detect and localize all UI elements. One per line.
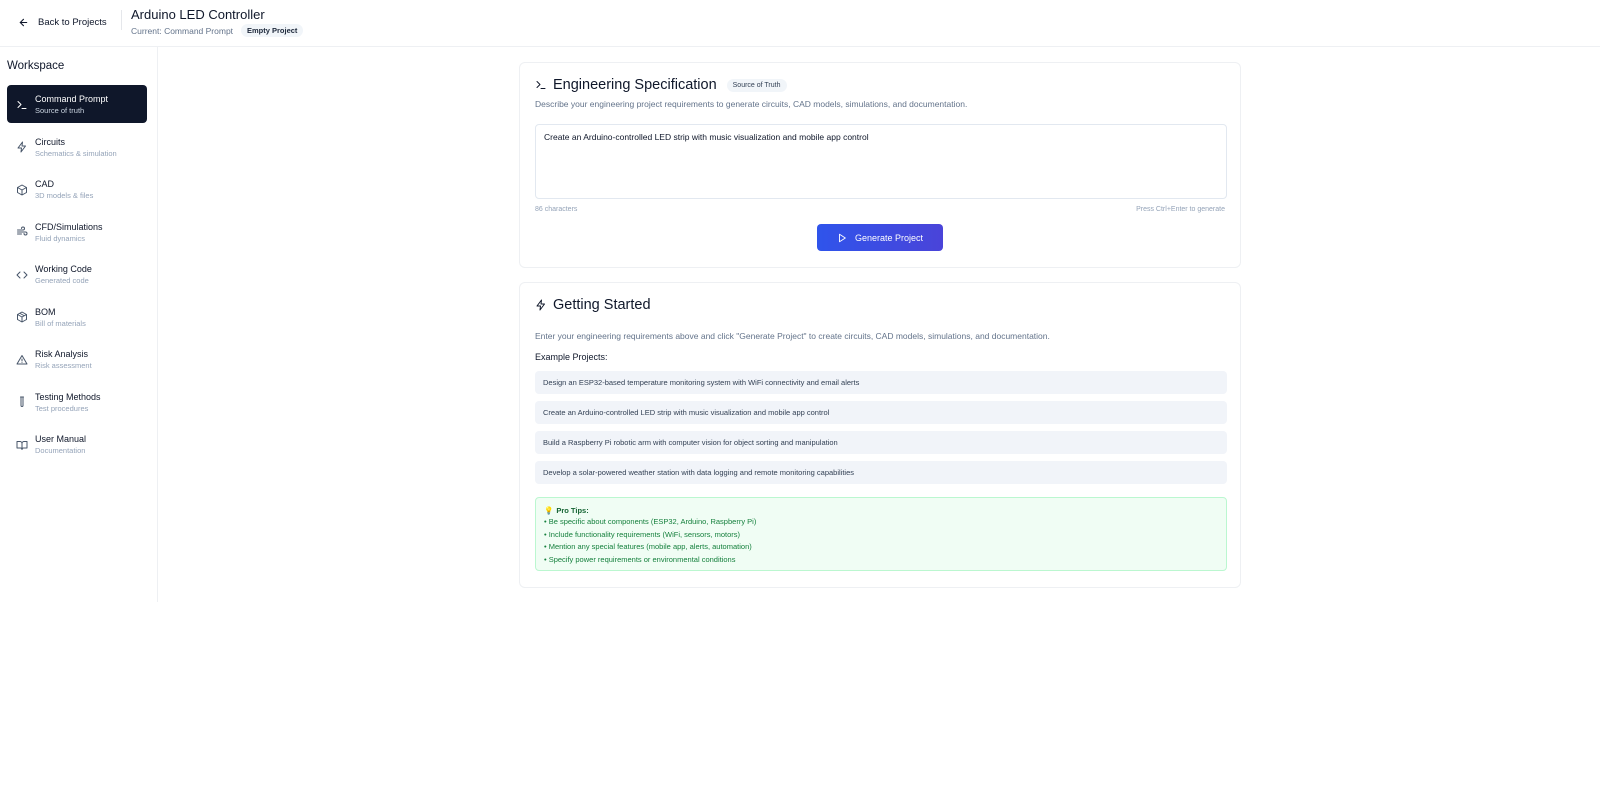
- top-bar: Back to Projects Arduino LED Controller …: [0, 0, 1600, 47]
- getting-started-description: Enter your engineering requirements abov…: [535, 331, 1050, 341]
- sidebar-item-label: Circuits: [35, 136, 66, 147]
- warning-icon: [15, 353, 28, 366]
- keyboard-hint: Press Ctrl+Enter to generate: [1136, 206, 1225, 213]
- lightbulb-icon: 💡: [544, 506, 554, 515]
- project-title: Arduino LED Controller: [131, 7, 265, 22]
- spec-title: Engineering Specification: [553, 77, 717, 93]
- generate-label: Generate Project: [854, 232, 924, 243]
- source-of-truth-badge: Source of Truth: [726, 78, 787, 92]
- sidebar: Workspace Command Prompt Source of truth…: [0, 47, 158, 602]
- sidebar-item-label: Testing Methods: [35, 391, 101, 402]
- sidebar-item-sublabel: Schematics & simulation: [35, 148, 117, 158]
- sidebar-item-sublabel: Risk assessment: [35, 361, 92, 370]
- back-label: Back to Projects: [38, 16, 107, 28]
- terminal-icon: [15, 98, 28, 111]
- sidebar-item-sublabel: Documentation: [35, 446, 86, 455]
- sidebar-item-working-code[interactable]: Working Code Generated code: [7, 255, 147, 293]
- example-project-item[interactable]: Design an ESP32-based temperature monito…: [535, 371, 1227, 394]
- specification-card: Engineering Specification Source of Trut…: [519, 62, 1241, 268]
- arrow-left-icon: [19, 18, 28, 26]
- pro-tip-item: • Specify power requirements or environm…: [544, 555, 736, 565]
- sidebar-item-label: Working Code: [35, 264, 92, 274]
- code-icon: [15, 268, 28, 281]
- pro-tips-box: 💡 Pro Tips: • Be specific about componen…: [535, 497, 1227, 571]
- status-badge: Empty Project: [241, 24, 304, 37]
- getting-started-heading: Getting Started: [535, 297, 651, 313]
- book-icon: [15, 438, 28, 451]
- spec-input[interactable]: Create an Arduino-controlled LED strip w…: [535, 124, 1227, 199]
- sidebar-item-circuits[interactable]: Circuits Schematics & simulation: [7, 128, 147, 166]
- sidebar-item-cfd-simulations[interactable]: CFD/Simulations Fluid dynamics: [7, 213, 147, 251]
- sidebar-item-sublabel: Bill of materials: [35, 318, 86, 328]
- test-tube-icon: [15, 396, 28, 409]
- sidebar-item-label: BOM: [35, 306, 56, 317]
- spec-heading: Engineering Specification Source of Trut…: [535, 77, 787, 93]
- sidebar-item-cad[interactable]: CAD 3D models & files: [7, 170, 147, 208]
- sidebar-item-sublabel: Fluid dynamics: [35, 233, 86, 243]
- pro-tips-title: Pro Tips:: [556, 506, 589, 515]
- workspace-title: Workspace: [7, 60, 65, 72]
- current-view-label: Current: Command Prompt: [131, 26, 234, 36]
- package-icon: [15, 311, 28, 324]
- sidebar-item-label: User Manual: [35, 434, 87, 444]
- sidebar-item-command-prompt[interactable]: Command Prompt Source of truth: [7, 85, 147, 123]
- sidebar-item-sublabel: 3D models & files: [35, 191, 94, 200]
- sidebar-item-sublabel: Generated code: [35, 276, 89, 285]
- character-count: 86 characters: [535, 206, 578, 213]
- sidebar-item-sublabel: Source of truth: [35, 106, 85, 115]
- sidebar-item-label: Command Prompt: [35, 94, 109, 104]
- sidebar-item-label: Risk Analysis: [35, 349, 89, 359]
- zap-icon: [536, 299, 545, 311]
- sidebar-item-label: CFD/Simulations: [35, 221, 103, 232]
- pro-tip-item: • Mention any special features (mobile a…: [544, 542, 752, 552]
- wind-icon: [15, 226, 28, 239]
- getting-started-title: Getting Started: [553, 297, 651, 313]
- zap-icon: [15, 141, 28, 154]
- back-to-projects-button[interactable]: Back to Projects: [18, 13, 107, 31]
- example-project-item[interactable]: Build a Raspberry Pi robotic arm with co…: [535, 431, 1227, 454]
- sidebar-item-bom[interactable]: BOM Bill of materials: [7, 298, 147, 336]
- example-project-item[interactable]: Develop a solar-powered weather station …: [535, 461, 1227, 484]
- generate-project-button[interactable]: Generate Project: [817, 224, 943, 251]
- pro-tips-heading: 💡 Pro Tips:: [544, 505, 1218, 516]
- example-projects-title: Example Projects:: [535, 352, 608, 362]
- pro-tip-item: • Be specific about components (ESP32, A…: [544, 517, 757, 526]
- sidebar-item-testing-methods[interactable]: Testing Methods Test procedures: [7, 383, 147, 421]
- pro-tip-item: • Include functionality requirements (Wi…: [544, 529, 741, 539]
- sidebar-item-risk-analysis[interactable]: Risk Analysis Risk assessment: [7, 340, 147, 378]
- sidebar-item-sublabel: Test procedures: [35, 403, 89, 413]
- getting-started-card: Getting Started Enter your engineering r…: [519, 282, 1241, 588]
- sidebar-item-user-manual[interactable]: User Manual Documentation: [7, 425, 147, 463]
- header-divider: [121, 10, 122, 30]
- example-project-item[interactable]: Create an Arduino-controlled LED strip w…: [535, 401, 1227, 424]
- box-icon: [15, 183, 28, 196]
- spec-description: Describe your engineering project requir…: [535, 99, 968, 109]
- terminal-icon: [536, 81, 546, 89]
- sidebar-item-label: CAD: [35, 179, 55, 189]
- play-icon: [839, 233, 846, 242]
